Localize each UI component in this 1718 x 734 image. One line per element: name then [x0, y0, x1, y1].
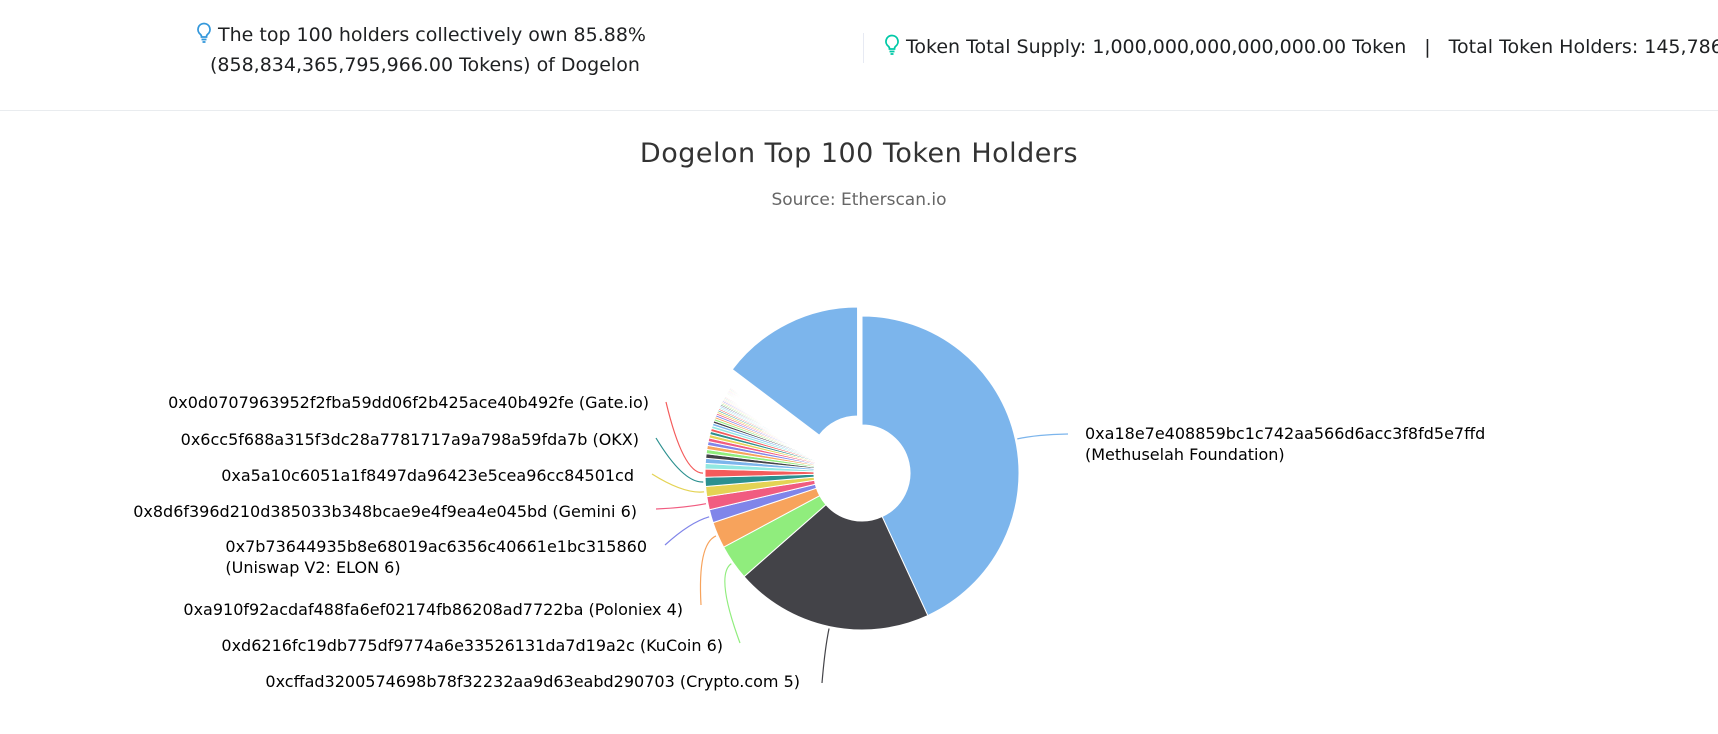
slice-label: 0xd6216fc19db775df9774a6e33526131da7d19a… — [221, 636, 723, 655]
holders-donut-chart: 0xa18e7e408859bc1c742aa566d6acc3f8fd5e7f… — [133, 306, 1485, 691]
label-connector — [1017, 433, 1069, 440]
slice-label: 0xa18e7e408859bc1c742aa566d6acc3f8fd5e7f… — [1085, 424, 1485, 443]
label-connector — [655, 437, 704, 483]
slice-label: 0x8d6f396d210d385033b348bcae9e4f9ea4e045… — [133, 502, 637, 521]
label-connector — [651, 473, 705, 493]
label-connector — [699, 535, 717, 606]
slice-label: 0xcffad3200574698b78f32232aa9d63eabd2907… — [265, 672, 800, 691]
slice-sublabel: (Methuselah Foundation) — [1085, 445, 1285, 464]
slice-label: 0x0d0707963952f2fba59dd06f2b425ace40b492… — [168, 393, 649, 412]
label-connector — [821, 628, 830, 684]
slice-sublabel: (Uniswap V2: ELON 6) — [225, 558, 400, 577]
slice-label: 0xa910f92acdaf488fa6ef02174fb86208ad7722… — [183, 600, 683, 619]
label-connector — [655, 503, 707, 510]
slice-label: 0x7b73644935b8e68019ac6356c40661e1bc3158… — [225, 537, 647, 556]
label-connector — [665, 401, 704, 474]
slice-label: 0x6cc5f688a315f3dc28a7781717a9a798a59fda… — [181, 430, 639, 449]
slice-label: 0xa5a10c6051a1f8497da96423e5cea96cc84501… — [221, 466, 634, 485]
label-connector — [724, 563, 741, 644]
label-connector — [664, 516, 710, 546]
